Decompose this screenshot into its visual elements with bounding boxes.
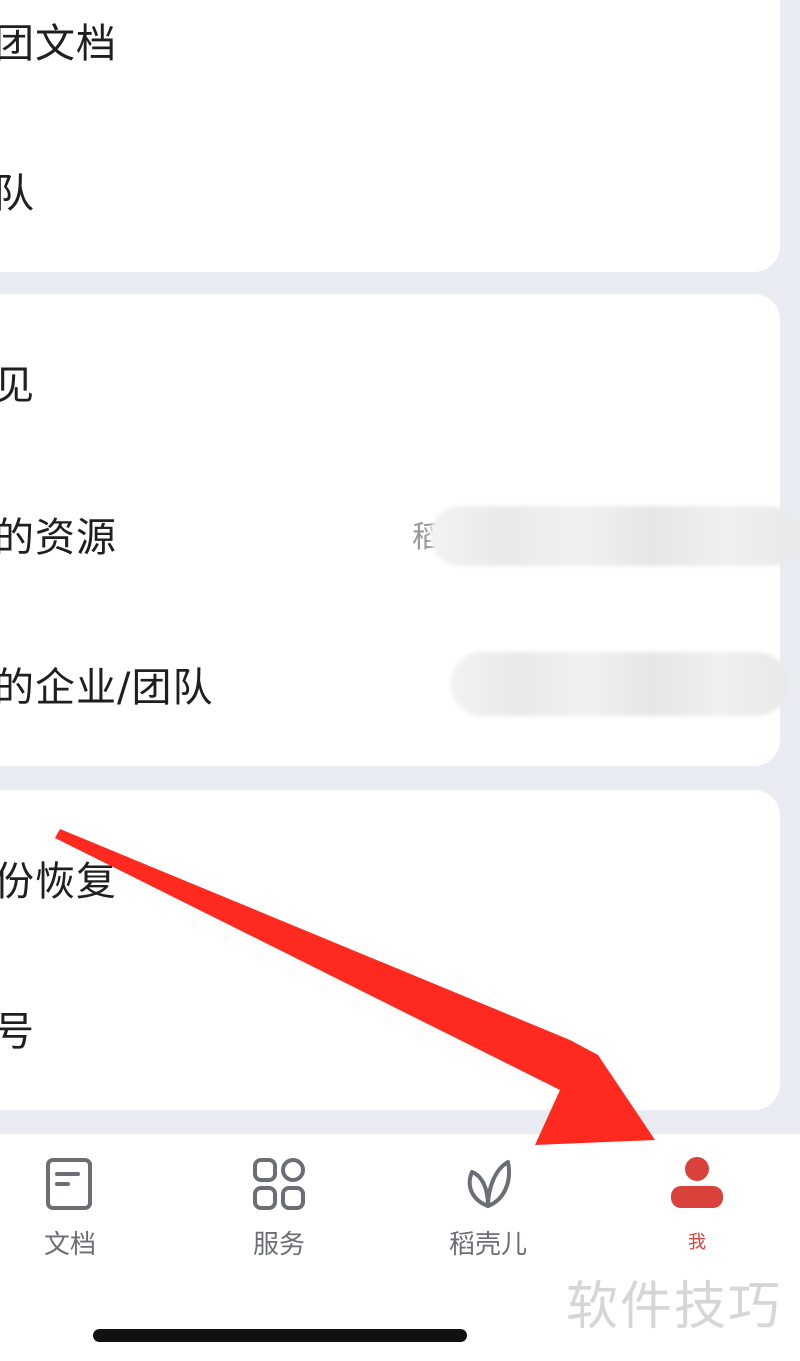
- tab-documents[interactable]: 文档: [10, 1154, 130, 1264]
- tab-daokeer[interactable]: 稻壳儿: [428, 1154, 548, 1264]
- document-icon: [46, 1158, 92, 1210]
- watermark: 软件技巧: [566, 1277, 783, 1337]
- settings-row[interactable]: 份恢复: [0, 838, 780, 918]
- settings-row[interactable]: 团文档: [0, 0, 780, 80]
- settings-row[interactable]: 的资源 稻: [0, 494, 800, 574]
- settings-row-label: 队: [0, 171, 35, 217]
- settings-row[interactable]: 队: [0, 150, 780, 230]
- tab-label: 稻壳儿: [448, 1230, 527, 1260]
- tab-services[interactable]: 服务: [219, 1154, 339, 1264]
- settings-row-label: 份恢复: [0, 859, 117, 905]
- settings-card-2: 见 的资源 稻 的企业/团队: [0, 294, 800, 766]
- user-icon: [671, 1157, 723, 1208]
- tab-label: 我: [688, 1232, 706, 1253]
- settings-row-label: 号: [0, 1009, 35, 1055]
- settings-row[interactable]: 号: [0, 988, 780, 1068]
- settings-card-3: 份恢复 号: [0, 790, 780, 1110]
- redacted-value: [450, 652, 788, 716]
- redacted-value: [430, 506, 800, 566]
- settings-row[interactable]: 见: [0, 342, 780, 422]
- settings-row-label: 的企业/团队: [0, 665, 214, 711]
- settings-row-label: 团文档: [0, 21, 117, 67]
- leaf-icon: [467, 1160, 511, 1208]
- settings-card-1: 团文档 队: [0, 0, 780, 272]
- grid-icon: [253, 1158, 305, 1210]
- settings-row-label: 的资源: [0, 515, 117, 561]
- tab-label: 文档: [43, 1230, 96, 1260]
- home-indicator[interactable]: [93, 1329, 467, 1342]
- settings-row[interactable]: 的企业/团队: [0, 644, 788, 724]
- tab-me[interactable]: 我: [637, 1154, 757, 1264]
- settings-row-label: 见: [0, 363, 35, 409]
- tab-label: 服务: [252, 1230, 305, 1260]
